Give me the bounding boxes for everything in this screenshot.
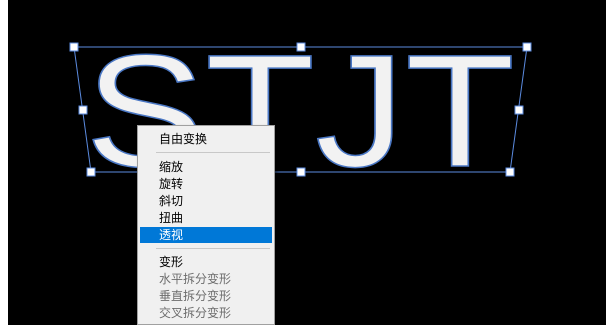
menu-item-scale[interactable]: 缩放 xyxy=(140,159,272,175)
canvas-artwork: STJT xyxy=(69,20,532,201)
menu-item-perspective[interactable]: 透视 xyxy=(140,227,272,243)
menu-item-split-warp-horizontal: 水平拆分变形 xyxy=(159,272,232,286)
menu-item-distort[interactable]: 扭曲 xyxy=(140,210,272,226)
menu-item-split-warp-cross: 交叉拆分变形 xyxy=(159,306,232,320)
menu-item-free-transform[interactable]: 自由变换 xyxy=(140,131,272,147)
document-canvas[interactable]: STJT xyxy=(8,0,606,325)
transform-handle-bottom-left[interactable] xyxy=(86,167,96,177)
transform-handle-middle-right[interactable] xyxy=(514,105,524,115)
menu-item-split-warp-vertical: 垂直拆分变形 xyxy=(159,289,232,303)
menu-item-skew[interactable]: 斜切 xyxy=(140,193,272,209)
transform-handle-bottom-right[interactable] xyxy=(505,167,515,177)
menu-separator xyxy=(156,248,270,249)
menu-item-warp[interactable]: 变形 xyxy=(140,254,272,270)
menu-item-rotate[interactable]: 旋转 xyxy=(140,176,272,192)
transform-handle-middle-left[interactable] xyxy=(78,105,88,115)
transform-handle-top-center[interactable] xyxy=(296,42,306,52)
transform-handle-top-right[interactable] xyxy=(522,42,532,52)
menu-separator xyxy=(156,152,270,153)
transform-context-menu: 自由变换 缩放 旋转 斜切 扭曲 透视 变形 水平拆分变形 垂直拆分变形 交叉拆… xyxy=(137,125,275,325)
transform-handle-bottom-center[interactable] xyxy=(296,167,306,177)
transform-handle-top-left[interactable] xyxy=(69,42,79,52)
